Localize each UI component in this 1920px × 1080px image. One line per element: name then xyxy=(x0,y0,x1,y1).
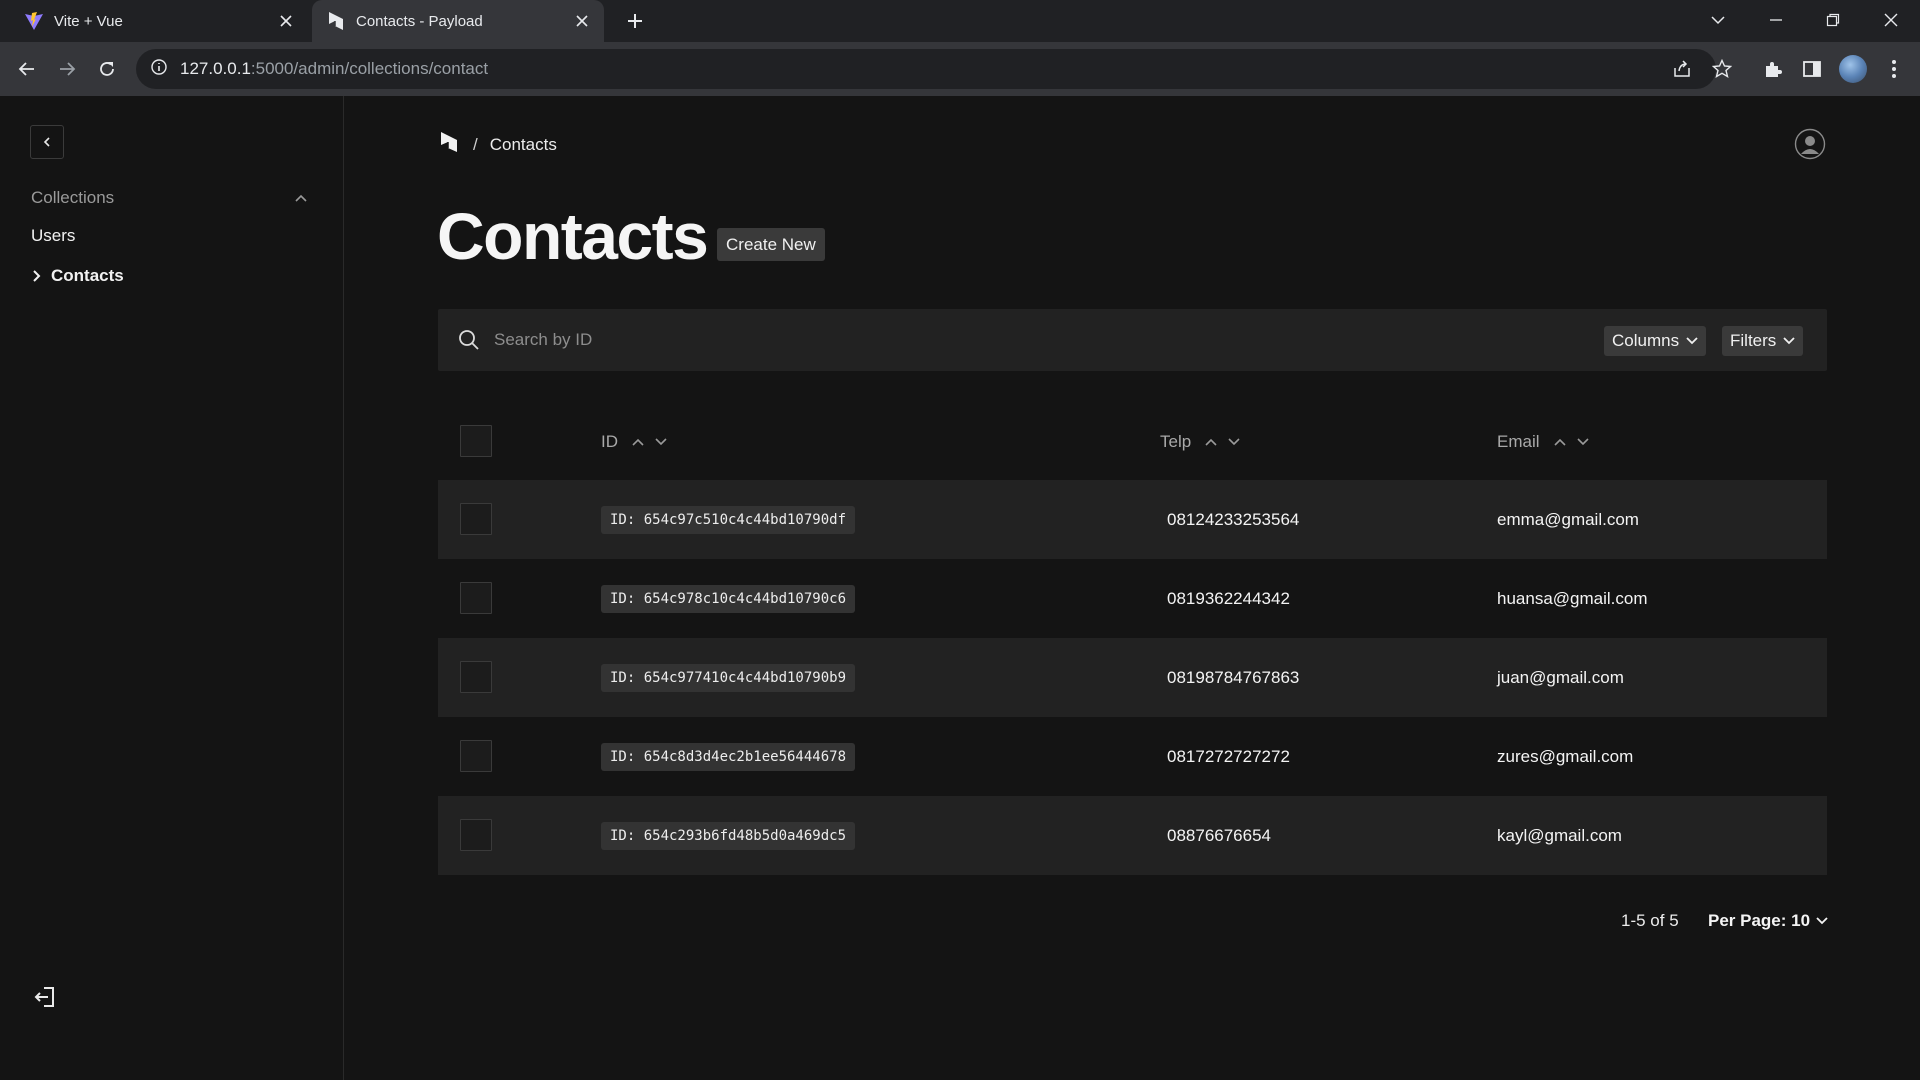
address-bar[interactable]: 127.0.0.1:5000/admin/collections/contact xyxy=(136,49,1716,89)
table-row: ID: 654c293b6fd48b5d0a469dc5 08876676654… xyxy=(438,796,1827,875)
column-header-telp: Telp xyxy=(1160,432,1240,452)
new-tab-icon[interactable] xyxy=(622,8,648,34)
sidebar-item-contacts[interactable]: Contacts xyxy=(31,266,124,286)
column-label: Email xyxy=(1497,432,1540,451)
chevron-right-icon xyxy=(31,269,41,283)
row-select-checkbox[interactable] xyxy=(460,503,492,535)
row-select-checkbox[interactable] xyxy=(460,661,492,693)
cell-telp: 08198784767863 xyxy=(1167,668,1300,687)
table-row: ID: 654c977410c4c44bd10790b9 08198784767… xyxy=(438,638,1827,717)
pagination-info: 1-5 of 5 xyxy=(1621,911,1679,930)
sort-ascending-icon[interactable] xyxy=(1205,438,1217,446)
row-id-link[interactable]: ID: 654c978c10c4c44bd10790c6 xyxy=(601,585,856,613)
forward-icon[interactable] xyxy=(53,55,81,83)
chevron-down-icon xyxy=(1783,337,1795,345)
browser-tab-vite[interactable]: Vite + Vue xyxy=(0,0,308,42)
cell-email: kayl@gmail.com xyxy=(1497,826,1622,845)
cell-email: zures@gmail.com xyxy=(1497,747,1634,766)
browser-menu-icon[interactable] xyxy=(1880,55,1908,83)
bookmark-star-icon[interactable] xyxy=(1708,55,1736,83)
search-input[interactable] xyxy=(494,309,1524,371)
sort-descending-icon[interactable] xyxy=(1576,438,1589,446)
close-window-icon[interactable] xyxy=(1875,6,1907,34)
side-panel-icon[interactable] xyxy=(1798,55,1826,83)
columns-label: Columns xyxy=(1612,331,1680,350)
table-row: ID: 654c978c10c4c44bd10790c6 08193622443… xyxy=(438,559,1827,638)
main-content: / Contacts Contacts Create New Columns F… xyxy=(344,96,1920,1080)
site-info-icon[interactable] xyxy=(150,58,168,81)
chevron-down-icon xyxy=(1816,917,1828,925)
share-icon[interactable] xyxy=(1668,55,1696,83)
account-avatar-icon[interactable] xyxy=(1794,128,1826,160)
sort-ascending-icon[interactable] xyxy=(632,438,644,446)
reload-icon[interactable] xyxy=(93,55,121,83)
create-new-button[interactable]: Create New xyxy=(717,228,825,261)
back-icon[interactable] xyxy=(13,55,41,83)
row-select-checkbox[interactable] xyxy=(460,819,492,851)
page-title: Contacts xyxy=(437,199,709,273)
row-id-link[interactable]: ID: 654c8d3d4ec2b1ee56444678 xyxy=(601,743,856,771)
sort-descending-icon[interactable] xyxy=(655,438,667,446)
row-select-checkbox[interactable] xyxy=(460,740,492,772)
row-id-link[interactable]: ID: 654c977410c4c44bd10790b9 xyxy=(601,664,856,692)
payload-home-icon[interactable] xyxy=(439,131,459,158)
column-header-id: ID xyxy=(601,432,667,452)
close-tab-icon[interactable] xyxy=(276,11,296,31)
logout-icon[interactable] xyxy=(32,984,58,1010)
minimize-icon[interactable] xyxy=(1760,6,1792,34)
sort-descending-icon[interactable] xyxy=(1228,438,1240,446)
per-page-label: Per Page: 10 xyxy=(1708,911,1811,930)
sort-ascending-icon[interactable] xyxy=(1553,438,1566,446)
sidebar-item-label: Users xyxy=(31,226,76,245)
row-id-link[interactable]: ID: 654c97c510c4c44bd10790df xyxy=(601,506,856,534)
row-select-checkbox[interactable] xyxy=(460,582,492,614)
table-header: ID Telp Email xyxy=(438,408,1827,474)
breadcrumb-current: Contacts xyxy=(489,134,557,154)
restore-icon[interactable] xyxy=(1817,6,1849,34)
browser-toolbar: 127.0.0.1:5000/admin/collections/contact xyxy=(0,42,1920,96)
chevron-up-icon[interactable] xyxy=(294,190,308,208)
chevron-down-icon xyxy=(1686,337,1698,345)
url-text: 127.0.0.1:5000/admin/collections/contact xyxy=(180,59,489,78)
cell-email: huansa@gmail.com xyxy=(1497,589,1648,608)
filters-label: Filters xyxy=(1730,331,1777,350)
tab-title: Contacts - Payload xyxy=(356,12,483,30)
payload-admin-app: Collections Users Contacts / Contacts Co… xyxy=(0,96,1920,1080)
row-id-link[interactable]: ID: 654c293b6fd48b5d0a469dc5 xyxy=(601,822,856,850)
list-controls: Columns Filters xyxy=(438,309,1827,371)
profile-avatar-icon[interactable] xyxy=(1839,55,1867,83)
table-row: ID: 654c8d3d4ec2b1ee56444678 08172727272… xyxy=(438,717,1827,796)
extensions-icon[interactable] xyxy=(1759,55,1787,83)
sidebar-item-label: Contacts xyxy=(51,266,124,285)
vite-logo-icon xyxy=(24,11,44,31)
column-label: ID xyxy=(601,432,618,451)
tab-search-chevron-icon[interactable] xyxy=(1702,6,1734,34)
per-page-selector[interactable]: Per Page: 10 xyxy=(1708,911,1828,931)
filters-toggle-button[interactable]: Filters xyxy=(1722,326,1804,356)
columns-toggle-button[interactable]: Columns xyxy=(1604,326,1707,356)
nav-group-collections[interactable]: Collections xyxy=(31,188,114,208)
breadcrumb: / Contacts xyxy=(439,131,557,158)
breadcrumb-separator: / xyxy=(473,134,478,154)
tab-title: Vite + Vue xyxy=(54,12,123,30)
column-label: Telp xyxy=(1160,432,1192,451)
sidebar-item-users[interactable]: Users xyxy=(31,226,75,246)
cell-telp: 08124233253564 xyxy=(1167,510,1300,529)
close-tab-icon[interactable] xyxy=(572,11,592,31)
chevron-left-icon xyxy=(43,137,50,147)
cell-telp: 08876676654 xyxy=(1167,826,1272,845)
browser-tab-contacts[interactable]: Contacts - Payload xyxy=(312,0,604,42)
collapse-sidebar-button[interactable] xyxy=(30,125,64,159)
cell-telp: 0819362244342 xyxy=(1167,589,1290,608)
table-row: ID: 654c97c510c4c44bd10790df 08124233253… xyxy=(438,480,1827,559)
cell-email: emma@gmail.com xyxy=(1497,510,1639,529)
cell-telp: 0817272727272 xyxy=(1167,747,1290,766)
payload-logo-icon xyxy=(326,11,346,31)
search-icon xyxy=(458,329,480,351)
browser-tab-bar: Vite + Vue Contacts - Payload xyxy=(0,0,1920,42)
sidebar: Collections Users Contacts xyxy=(0,96,344,1080)
select-all-checkbox[interactable] xyxy=(460,425,492,457)
column-header-email: Email xyxy=(1497,432,1589,452)
cell-email: juan@gmail.com xyxy=(1497,668,1624,687)
